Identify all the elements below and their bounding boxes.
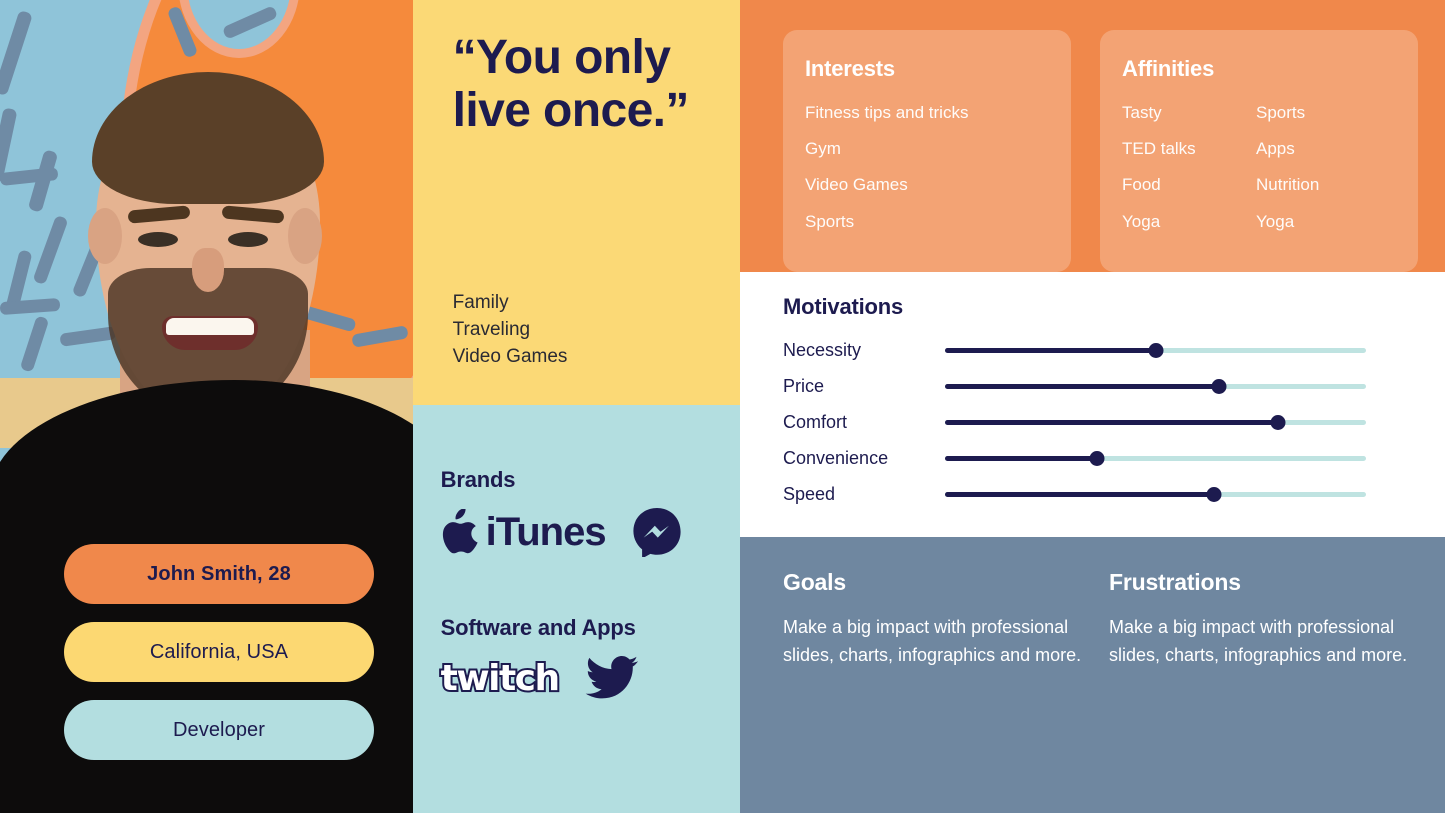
interest-item: Gym bbox=[805, 139, 841, 159]
slider-knob[interactable] bbox=[1148, 342, 1163, 358]
goals-text: Make a big impact with professional slid… bbox=[783, 617, 1082, 665]
affinity-item: Food bbox=[1122, 175, 1161, 195]
profile-role-pill: Developer bbox=[64, 700, 374, 760]
quote-line-2: live once.” bbox=[452, 83, 690, 137]
interests-card: Interests Fitness tips and tricks Gym Vi… bbox=[783, 30, 1071, 272]
affinity-item: Sports bbox=[1256, 103, 1306, 122]
brands-title: Brands bbox=[440, 467, 516, 492]
motivations-title: Motivations bbox=[783, 294, 904, 319]
hobby-item: Traveling bbox=[452, 318, 531, 340]
hobby-item: Family bbox=[452, 292, 509, 313]
brands-logo-row: iTunes bbox=[441, 507, 712, 557]
slider-fill bbox=[945, 455, 1097, 461]
motivation-label: Comfort bbox=[783, 411, 848, 432]
frustrations-title: Frustrations bbox=[1109, 569, 1241, 595]
mural-dash bbox=[59, 326, 117, 347]
profile-name-pill: John Smith, 28 bbox=[64, 544, 374, 604]
slider-fill bbox=[945, 419, 1278, 425]
motivation-slider[interactable] bbox=[945, 377, 1366, 395]
interests-panel: Interests Fitness tips and tricks Gym Vi… bbox=[740, 0, 1445, 272]
software-logo-row: twitch bbox=[439, 655, 712, 701]
affinity-item: Tasty bbox=[1122, 103, 1162, 122]
motivation-label: Price bbox=[783, 375, 825, 396]
persona-card: John Smith, 28 California, USA Developer… bbox=[0, 0, 1445, 813]
itunes-wordmark: iTunes bbox=[485, 509, 607, 554]
slider-knob[interactable] bbox=[1089, 450, 1105, 466]
profile-pill-stack: John Smith, 28 California, USA Developer bbox=[64, 544, 374, 760]
motivation-label: Necessity bbox=[783, 339, 862, 360]
mural-dash bbox=[0, 9, 33, 97]
portrait-mouth bbox=[162, 316, 258, 350]
interest-item: Fitness tips and tricks bbox=[805, 103, 969, 122]
slider-fill bbox=[945, 383, 1219, 389]
affinities-list: Tasty Sports TED talks Apps Food Nutriti… bbox=[1122, 95, 1390, 240]
motivation-label: Speed bbox=[783, 483, 836, 504]
motivation-slider[interactable] bbox=[945, 449, 1366, 467]
motivations-rows: Necessity Price Comfort Convenience Spee… bbox=[783, 332, 1445, 512]
twitch-logo: twitch bbox=[439, 656, 562, 701]
interests-title: Interests bbox=[805, 56, 895, 81]
affinity-item: TED talks bbox=[1122, 139, 1196, 159]
middle-column: “You only live once.” Family Traveling V… bbox=[412, 0, 740, 813]
motivation-row: Price bbox=[783, 368, 1445, 404]
apple-icon bbox=[442, 509, 478, 554]
hobby-item: Video Games bbox=[452, 345, 568, 367]
motivation-row: Speed bbox=[783, 476, 1445, 512]
affinities-title: Affinities bbox=[1122, 56, 1215, 81]
portrait-eye bbox=[138, 232, 178, 247]
slider-knob[interactable] bbox=[1270, 414, 1286, 430]
mural-dash bbox=[19, 315, 50, 373]
interest-item: Video Games bbox=[805, 175, 908, 195]
quote-panel: “You only live once.” Family Traveling V… bbox=[412, 0, 740, 405]
twitter-logo bbox=[585, 656, 638, 699]
mural-dash bbox=[32, 214, 69, 286]
slider-knob[interactable] bbox=[1206, 486, 1222, 502]
affinity-item: Apps bbox=[1256, 139, 1295, 159]
portrait-ear bbox=[88, 208, 122, 264]
affinity-item: Yoga bbox=[1256, 211, 1295, 231]
persona-quote: “You only live once.” bbox=[452, 31, 712, 138]
portrait-eye bbox=[228, 232, 268, 247]
brands-panel: Brands iTunes Software and Apps twitch bbox=[412, 405, 740, 813]
frustrations-text: Make a big impact with professional slid… bbox=[1109, 617, 1408, 665]
apple-itunes-logo: iTunes bbox=[441, 509, 607, 555]
motivation-slider[interactable] bbox=[945, 341, 1366, 359]
profile-photo: John Smith, 28 California, USA Developer bbox=[0, 0, 413, 813]
facebook-messenger-logo bbox=[632, 508, 681, 557]
hobbies-list: Family Traveling Video Games bbox=[453, 290, 568, 371]
portrait-ear bbox=[288, 208, 322, 264]
goals-title: Goals bbox=[783, 569, 846, 595]
goals-column: Goals Make a big impact with professiona… bbox=[783, 569, 1089, 813]
slider-fill bbox=[945, 491, 1215, 497]
slider-fill bbox=[945, 347, 1156, 353]
affinity-item: Yoga bbox=[1122, 211, 1161, 231]
quote-line-1: “You only bbox=[452, 31, 671, 84]
goals-frustrations-panel: Goals Make a big impact with professiona… bbox=[740, 537, 1445, 813]
motivation-row: Convenience bbox=[783, 440, 1445, 476]
interests-list: Fitness tips and tricks Gym Video Games … bbox=[805, 95, 1043, 240]
frustrations-column: Frustrations Make a big impact with prof… bbox=[1109, 569, 1415, 813]
motivation-label: Convenience bbox=[783, 447, 889, 468]
slider-knob[interactable] bbox=[1211, 378, 1227, 394]
interest-item: Sports bbox=[805, 211, 855, 231]
affinity-item: Nutrition bbox=[1256, 175, 1320, 195]
motivation-slider[interactable] bbox=[945, 485, 1366, 503]
motivation-slider[interactable] bbox=[945, 413, 1366, 431]
motivations-panel: Motivations Necessity Price Comfort Conv… bbox=[740, 272, 1445, 537]
right-column: Interests Fitness tips and tricks Gym Vi… bbox=[740, 0, 1445, 813]
portrait-nose bbox=[192, 248, 224, 292]
affinities-card: Affinities Tasty Sports TED talks Apps F… bbox=[1100, 30, 1418, 272]
software-title: Software and Apps bbox=[440, 615, 636, 640]
motivation-row: Necessity bbox=[783, 332, 1445, 368]
mural-dash bbox=[0, 297, 61, 316]
motivation-row: Comfort bbox=[783, 404, 1445, 440]
profile-location-pill: California, USA bbox=[64, 622, 374, 682]
